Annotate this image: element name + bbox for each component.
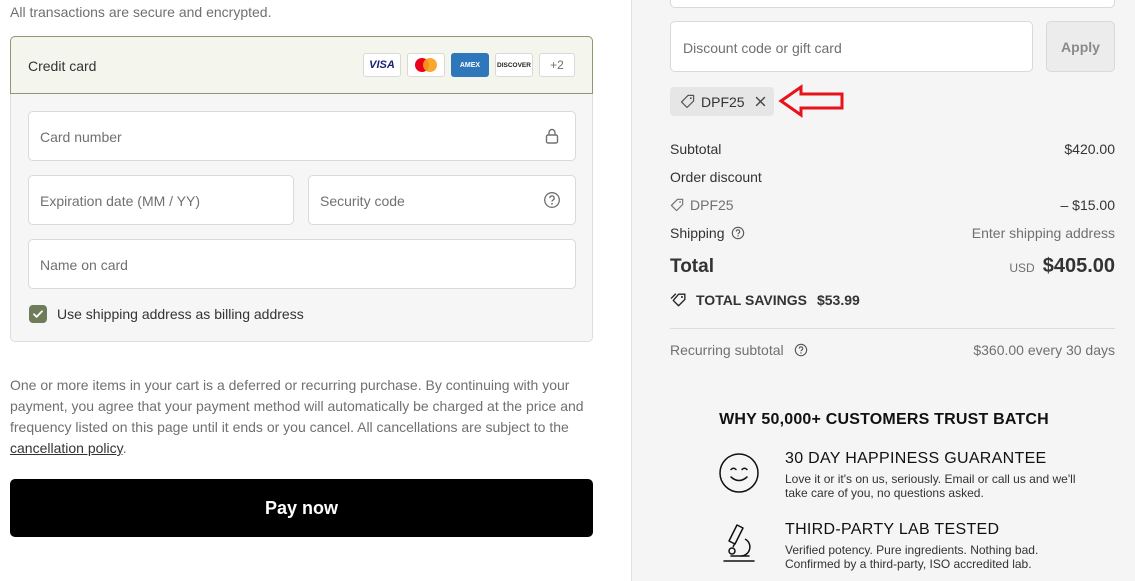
secure-note: All transactions are secure and encrypte…	[10, 4, 272, 20]
recurring-subtotal-row: Recurring subtotal $360.00 every 30 days	[670, 342, 1115, 358]
expiration-date-field[interactable]: Expiration date (MM / YY)	[28, 175, 294, 225]
total-row: Total USD $405.00	[670, 255, 1115, 278]
pay-now-button[interactable]: Pay now	[10, 479, 593, 537]
trust-body-guarantee: Love it or it's on us, seriously. Email …	[785, 472, 1076, 500]
order-summary-column: Discount code or gift card Apply DPF25 S…	[631, 0, 1135, 581]
billing-checkbox-label: Use shipping address as billing address	[57, 306, 304, 322]
summary-divider	[670, 328, 1115, 329]
billing-address-option[interactable]: Use shipping address as billing address	[29, 305, 304, 323]
lock-icon	[545, 128, 559, 144]
order-discount-label: Order discount	[670, 169, 762, 185]
order-discount-row: Order discount	[670, 169, 1115, 185]
disclaimer-text: One or more items in your cart is a defe…	[10, 377, 584, 435]
card-number-placeholder: Card number	[40, 129, 122, 145]
subtotal-label: Subtotal	[670, 141, 722, 157]
annotation-arrow-icon	[778, 84, 844, 118]
previous-field-edge	[670, 0, 1115, 8]
discount-placeholder: Discount code or gift card	[683, 40, 842, 56]
savings-tag-icon	[670, 293, 686, 307]
savings-value: $53.99	[816, 292, 860, 308]
discount-code-row: DPF25 – $15.00	[670, 197, 1115, 213]
discount-value: – $15.00	[1060, 197, 1116, 213]
total-label: Total	[670, 255, 714, 277]
credit-card-option[interactable]: Credit card VISA AMEX DISCOVER +2	[10, 36, 593, 94]
smiley-icon	[719, 453, 759, 493]
recurring-label: Recurring subtotal	[670, 342, 784, 358]
visa-logo: VISA	[363, 53, 401, 77]
applied-discount-chip: DPF25	[670, 87, 774, 116]
trust-heading-lab-tested: THIRD-PARTY LAB TESTED	[785, 521, 1000, 538]
credit-card-label: Credit card	[28, 58, 97, 74]
tag-icon	[670, 198, 684, 212]
applied-code: DPF25	[701, 93, 745, 110]
card-logos: VISA AMEX DISCOVER +2	[363, 53, 575, 77]
apply-button[interactable]: Apply	[1046, 21, 1115, 72]
discover-logo: DISCOVER	[495, 53, 533, 77]
cancellation-policy-link[interactable]: cancellation policy	[10, 440, 123, 456]
help-circle-icon[interactable]	[543, 191, 561, 209]
savings-label: TOTAL SAVINGS	[696, 292, 807, 308]
shipping-label: Shipping	[670, 225, 725, 241]
name-on-card-field[interactable]: Name on card	[28, 239, 576, 289]
expiration-placeholder: Expiration date (MM / YY)	[40, 193, 201, 209]
payment-method-block: Credit card VISA AMEX DISCOVER +2 Card n…	[10, 36, 593, 342]
name-on-card-placeholder: Name on card	[40, 257, 128, 273]
trust-body-lab-tested: Verified potency. Pure ingredients. Noth…	[785, 543, 1039, 571]
checkmark-icon	[33, 310, 43, 318]
disclaimer-end: .	[122, 440, 127, 456]
subtotal-row: Subtotal $420.00	[670, 141, 1115, 157]
mastercard-logo	[407, 53, 445, 77]
recurring-disclaimer: One or more items in your cart is a defe…	[10, 375, 600, 459]
shipping-value: Enter shipping address	[971, 225, 1115, 241]
trust-heading-guarantee: 30 DAY HAPPINESS GUARANTEE	[785, 450, 1047, 467]
discount-code-label: DPF25	[690, 197, 734, 213]
tag-icon	[680, 94, 695, 109]
more-cards-badge[interactable]: +2	[539, 53, 575, 77]
payment-column: All transactions are secure and encrypte…	[0, 0, 631, 581]
security-code-field[interactable]: Security code	[308, 175, 576, 225]
discount-code-input[interactable]: Discount code or gift card	[670, 21, 1033, 72]
shipping-row: Shipping Enter shipping address	[670, 225, 1115, 241]
total-savings: TOTAL SAVINGS $53.99	[670, 292, 860, 308]
help-circle-icon[interactable]	[731, 226, 745, 240]
security-code-placeholder: Security code	[320, 193, 405, 209]
total-currency: USD	[1009, 261, 1035, 275]
remove-discount-icon[interactable]	[755, 96, 766, 107]
card-number-field[interactable]: Card number	[28, 111, 576, 161]
help-circle-icon[interactable]	[794, 343, 808, 357]
recurring-value: $360.00 every 30 days	[973, 342, 1115, 358]
total-value: $405.00	[1042, 255, 1115, 277]
amex-logo: AMEX	[451, 53, 489, 77]
trust-section-title: WHY 50,000+ CUSTOMERS TRUST BATCH	[719, 411, 1049, 428]
subtotal-value: $420.00	[1064, 141, 1115, 157]
billing-checkbox[interactable]	[29, 305, 47, 323]
microscope-icon	[723, 524, 755, 562]
